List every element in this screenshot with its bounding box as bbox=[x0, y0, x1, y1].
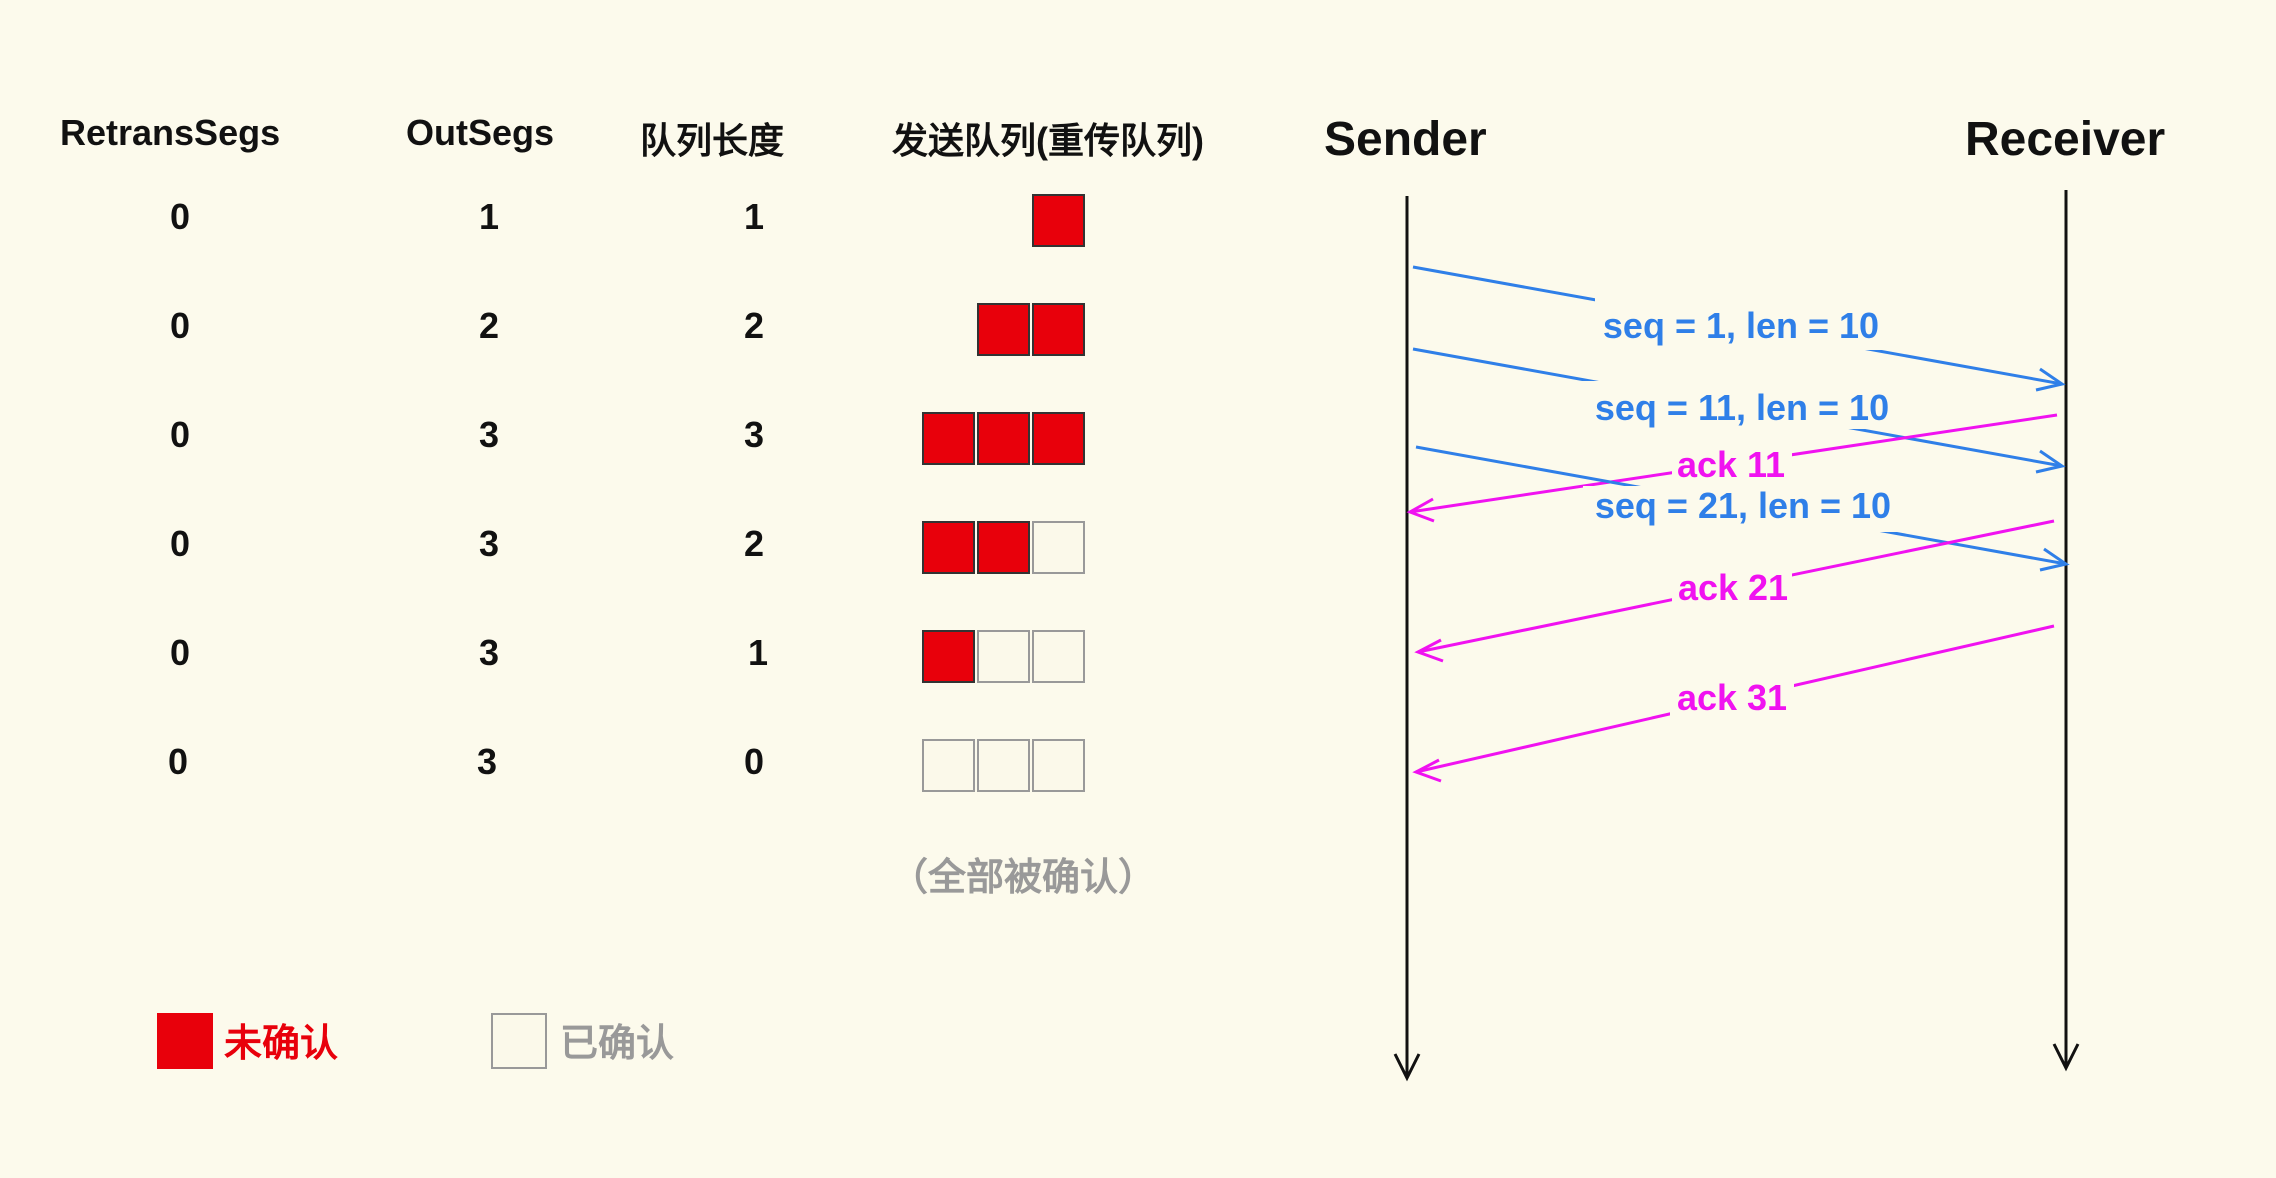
receiver-label: Receiver bbox=[1965, 113, 2165, 166]
message-ack31-label: ack 31 bbox=[1677, 677, 1787, 718]
message-seq21-label: seq = 21, len = 10 bbox=[1595, 485, 1891, 526]
sequence-diagram: Sender Receiver seq = 1, len = 10 ack 11… bbox=[1324, 113, 2165, 1082]
message-seq1-label: seq = 1, len = 10 bbox=[1603, 305, 1879, 346]
message-ack21-label: ack 21 bbox=[1678, 567, 1788, 608]
sender-label: Sender bbox=[1324, 113, 1487, 166]
message-ack11-label: ack 11 bbox=[1677, 444, 1785, 485]
message-seq11-label: seq = 11, len = 10 bbox=[1595, 387, 1889, 428]
